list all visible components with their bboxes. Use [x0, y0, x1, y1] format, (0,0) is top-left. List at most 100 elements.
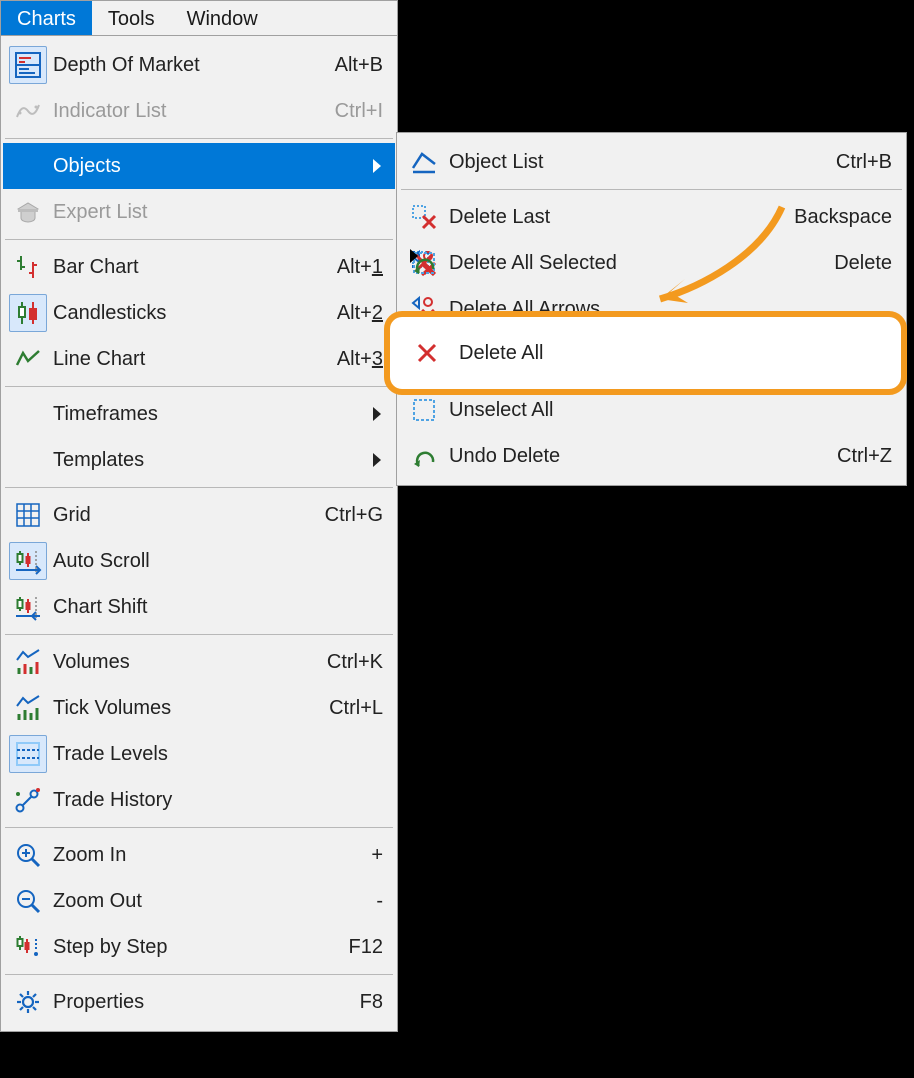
- menu-item-label: Trade Levels: [53, 743, 383, 766]
- tick-volumes-icon: [9, 689, 47, 727]
- menu-item-shortcut: +: [361, 844, 383, 867]
- volumes-icon: [9, 643, 47, 681]
- menu-item-shortcut: Alt+2: [327, 302, 383, 325]
- expert-list-icon: [9, 193, 47, 231]
- menu-item-shortcut: Delete: [824, 252, 892, 275]
- menu-tab-charts[interactable]: Charts: [1, 1, 92, 36]
- menu-item-chart-shift[interactable]: Chart Shift: [3, 584, 395, 630]
- menu-item-label: Expert List: [53, 201, 383, 224]
- menu-separator: [5, 386, 393, 387]
- menu-item-volumes[interactable]: Volumes Ctrl+K: [3, 639, 395, 685]
- menu-item-auto-scroll[interactable]: Auto Scroll: [3, 538, 395, 584]
- menu-item-shortcut: Backspace: [784, 206, 892, 229]
- menu-item-undo-delete[interactable]: Undo DeleteCtrl+Z: [399, 433, 904, 479]
- menu-item-trade-levels[interactable]: Trade Levels: [3, 731, 395, 777]
- submenu-arrow-icon: [373, 453, 383, 467]
- menu-item-trade-history[interactable]: Trade History: [3, 777, 395, 823]
- step-by-step-icon: [9, 928, 47, 966]
- submenu-arrow-icon: [373, 407, 383, 421]
- menu-item-label: Step by Step: [53, 936, 333, 959]
- zoom-in-icon: [9, 836, 47, 874]
- zoom-out-icon: [9, 882, 47, 920]
- candlesticks-icon: [9, 294, 47, 332]
- auto-scroll-icon: [9, 542, 47, 580]
- menu-item-label: Line Chart: [53, 348, 321, 371]
- menu-item-line-chart[interactable]: Line Chart Alt+3: [3, 336, 395, 382]
- menu-item-label: Objects: [53, 155, 367, 178]
- line-chart-icon: [9, 340, 47, 378]
- properties-icon: [9, 983, 47, 1021]
- menu-tab-tools[interactable]: Tools: [92, 1, 171, 36]
- object-list-icon: [405, 143, 443, 181]
- menu-item-shortcut: Ctrl+I: [325, 100, 383, 123]
- menu-item-indicator-list: Indicator List Ctrl+I: [3, 88, 395, 134]
- menu-separator: [5, 974, 393, 975]
- delete-selected-icon: [405, 244, 443, 282]
- blank-icon: [9, 395, 47, 433]
- menu-item-shortcut: F8: [350, 991, 383, 1014]
- menu-item-bar-chart[interactable]: Bar Chart Alt+1: [3, 244, 395, 290]
- charts-dropdown: Depth Of Market Alt+B Indicator List Ctrl+I…: [0, 35, 398, 1032]
- menu-item-label: Depth Of Market: [53, 54, 319, 77]
- menu-item-shortcut: Ctrl+G: [315, 504, 383, 527]
- menu-item-zoom-in[interactable]: Zoom In +: [3, 832, 395, 878]
- menu-item-label: Templates: [53, 449, 367, 472]
- menu-item-grid[interactable]: Grid Ctrl+G: [3, 492, 395, 538]
- menu-item-label: Undo Delete: [449, 445, 821, 468]
- menu-item-objects[interactable]: Objects: [3, 143, 395, 189]
- menu-item-object-list[interactable]: Object List Ctrl+B: [399, 139, 904, 185]
- menu-item-label: Zoom In: [53, 844, 355, 867]
- menu-item-tick-volumes[interactable]: Tick Volumes Ctrl+L: [3, 685, 395, 731]
- menu-item-templates[interactable]: Templates: [3, 437, 395, 483]
- menu-item-shortcut: Ctrl+K: [317, 651, 383, 674]
- delete-all-icon: [408, 334, 446, 372]
- menu-item-label: Bar Chart: [53, 256, 321, 279]
- menu-item-label: Trade History: [53, 789, 383, 812]
- menu-item-label: Volumes: [53, 651, 311, 674]
- menu-separator: [5, 487, 393, 488]
- menu-item-shortcut: Alt+3: [327, 348, 383, 371]
- menu-item-shortcut: Alt+1: [327, 256, 383, 279]
- menu-item-properties[interactable]: Properties F8: [3, 979, 395, 1025]
- indicator-list-icon: [9, 92, 47, 130]
- menu-item-shortcut: Ctrl+B: [826, 151, 892, 174]
- menu-item-label: Auto Scroll: [53, 550, 383, 573]
- bar-chart-icon: [9, 248, 47, 286]
- menu-item-shortcut: Alt+B: [325, 54, 383, 77]
- menu-item-zoom-out[interactable]: Zoom Out-: [3, 878, 395, 924]
- menu-item-expert-list: Expert List: [3, 189, 395, 235]
- menu-separator: [5, 634, 393, 635]
- unselect-all-icon: [405, 391, 443, 429]
- menu-item-label: Indicator List: [53, 100, 319, 123]
- delete-last-icon: [405, 198, 443, 236]
- menu-item-label: Timeframes: [53, 403, 367, 426]
- submenu-arrow-icon: [373, 159, 383, 173]
- menubar: Charts Tools Window: [0, 0, 398, 36]
- menu-item-label: Chart Shift: [53, 596, 383, 619]
- menu-tab-window[interactable]: Window: [171, 1, 274, 36]
- menu-separator: [5, 138, 393, 139]
- menu-item-label: Tick Volumes: [53, 697, 313, 720]
- menu-item-label: Grid: [53, 504, 309, 527]
- blank-icon: [9, 441, 47, 479]
- menu-item-label: Properties: [53, 991, 344, 1014]
- trade-history-icon: [9, 781, 47, 819]
- menu-item-step-by-step[interactable]: Step by Step F12: [3, 924, 395, 970]
- menu-item-label: Candlesticks: [53, 302, 321, 325]
- callout-arrow: [630, 197, 790, 317]
- depth-of-market-icon: [9, 46, 47, 84]
- trade-levels-icon: [9, 735, 47, 773]
- menu-item-label: Zoom Out: [53, 890, 360, 913]
- menu-item-candlesticks[interactable]: Candlesticks Alt+2: [3, 290, 395, 336]
- menu-item-shortcut: Ctrl+L: [319, 697, 383, 720]
- undo-delete-icon: [405, 437, 443, 475]
- menu-item-label: Unselect All: [449, 399, 892, 422]
- grid-icon: [9, 496, 47, 534]
- menu-item-shortcut: F12: [339, 936, 383, 959]
- menu-separator: [5, 239, 393, 240]
- menu-item-label: Object List: [449, 151, 820, 174]
- menu-separator: [5, 827, 393, 828]
- callout-highlight: Delete All: [384, 311, 907, 395]
- menu-item-depth-of-market[interactable]: Depth Of Market Alt+B: [3, 42, 395, 88]
- menu-item-timeframes[interactable]: Timeframes: [3, 391, 395, 437]
